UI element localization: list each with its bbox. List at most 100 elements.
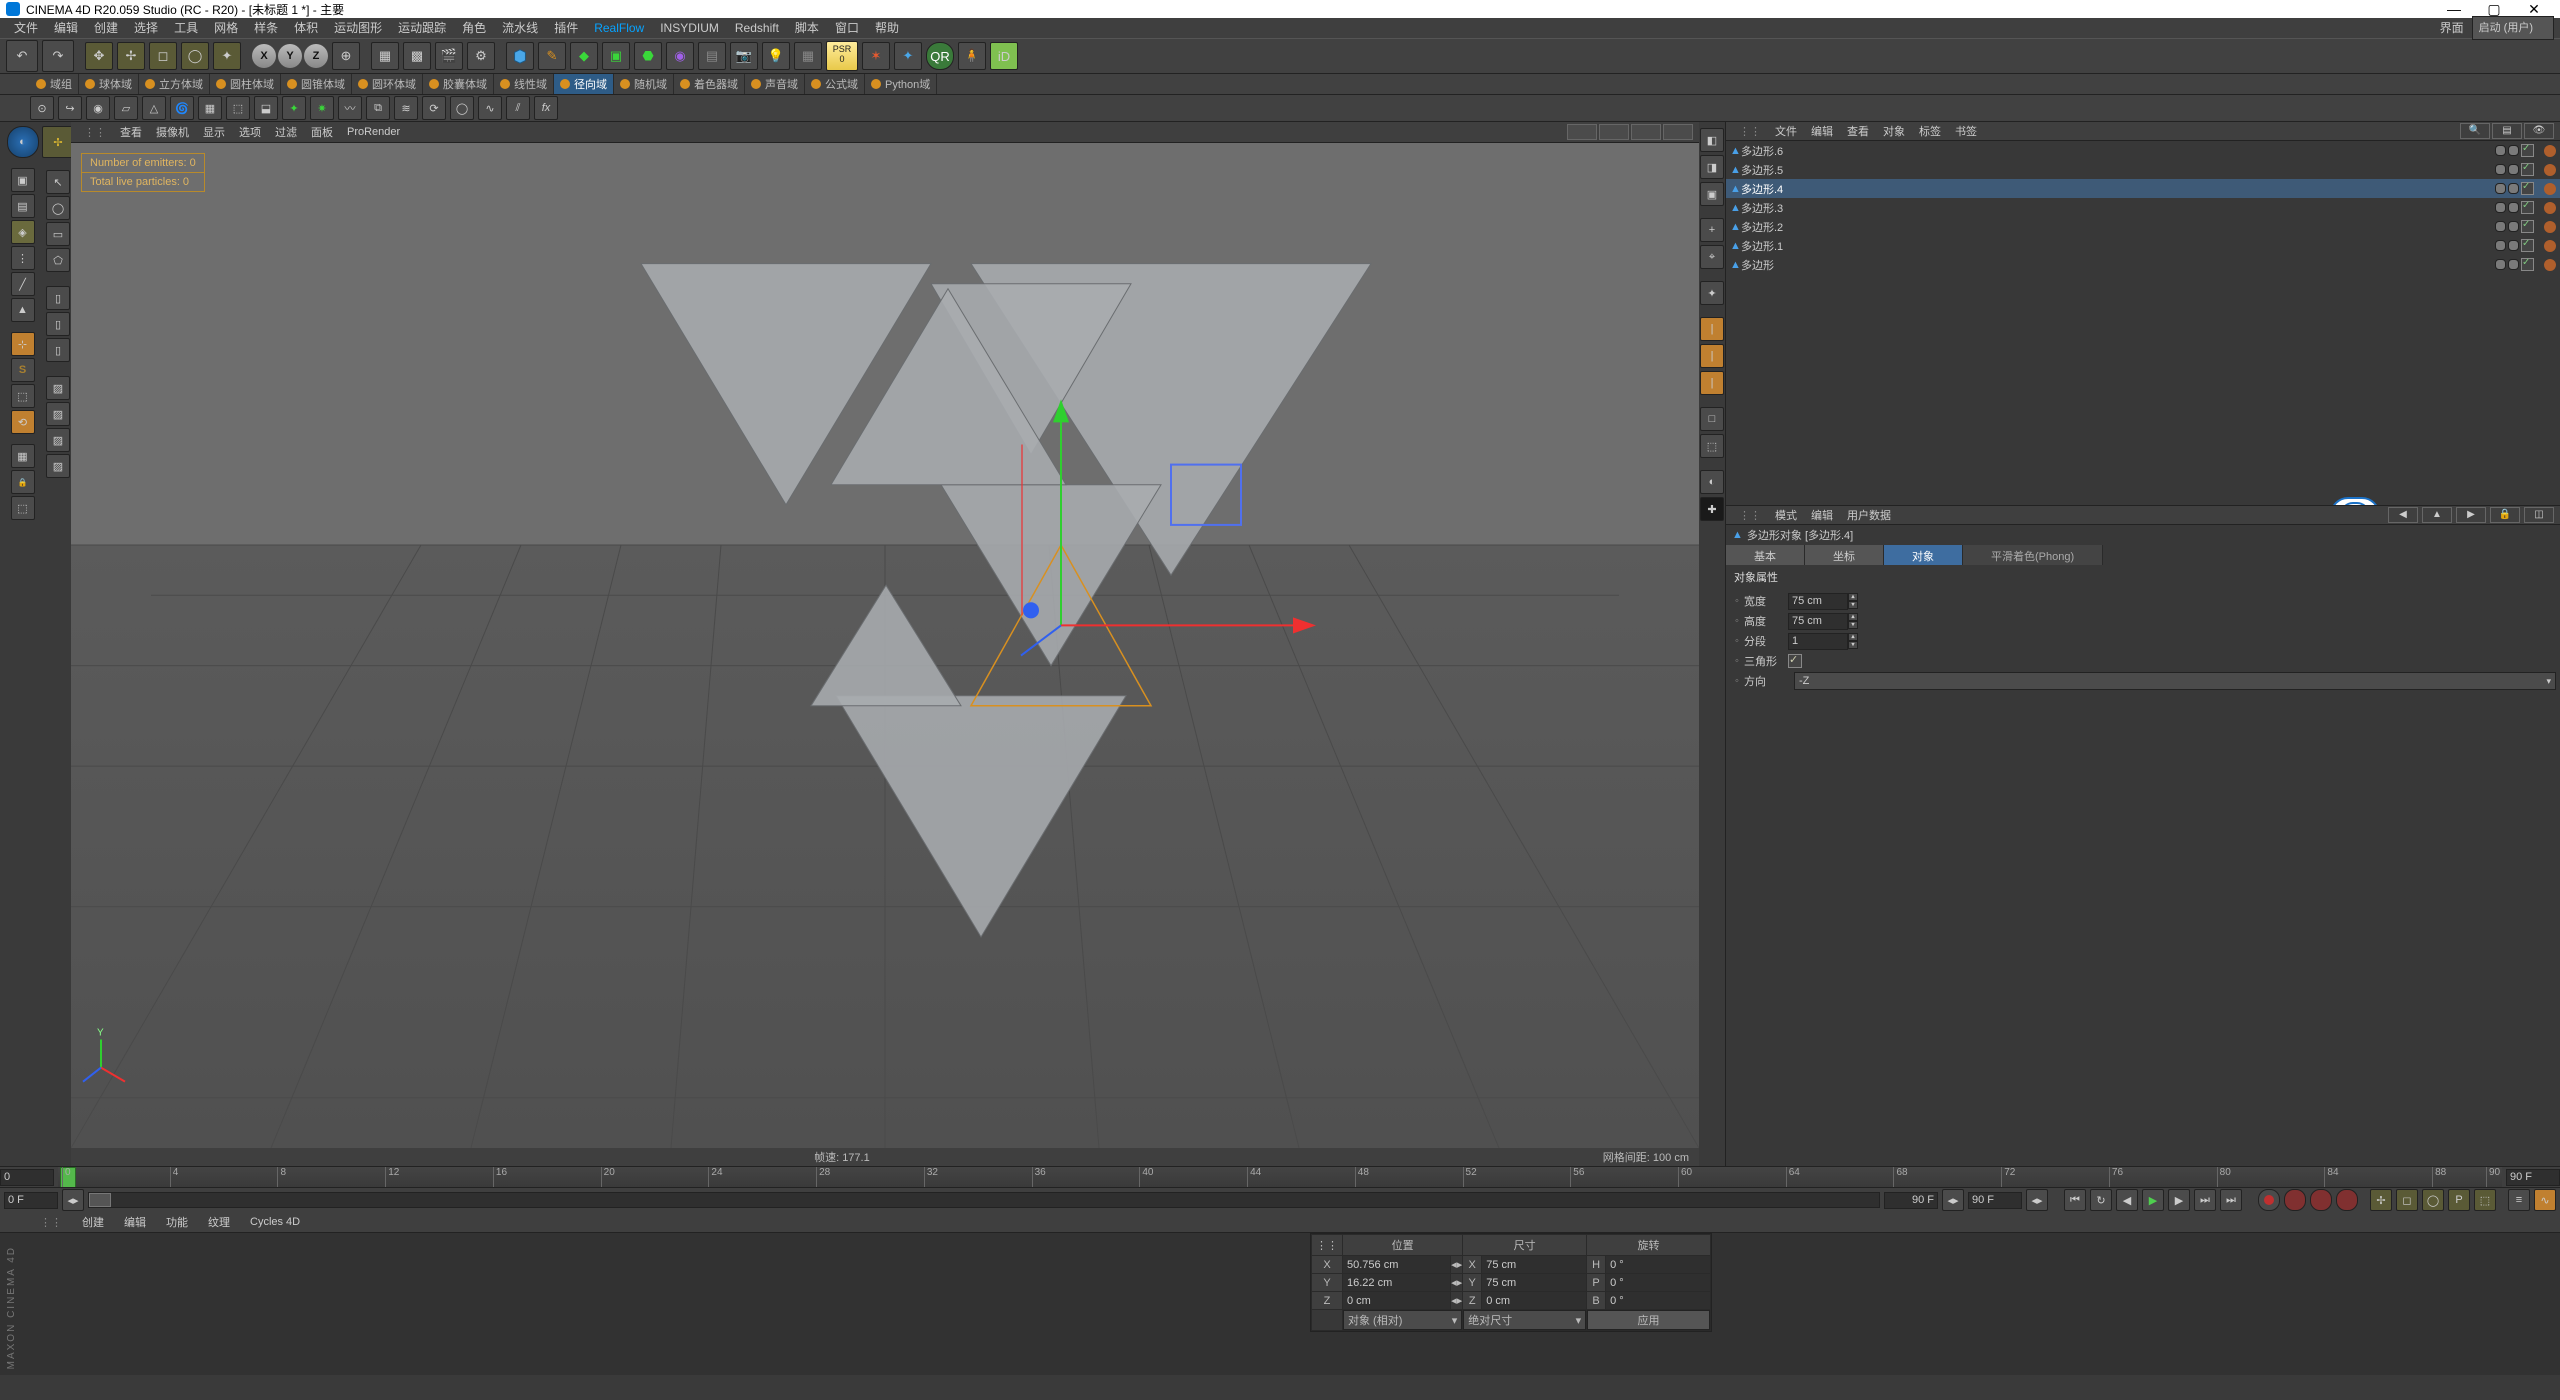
vp-display[interactable]: 显示 [196, 124, 232, 140]
attr-edit[interactable]: 编辑 [1804, 507, 1840, 523]
phong-tag-icon[interactable] [2544, 202, 2556, 214]
object-row[interactable]: ▲多边形.3 [1726, 198, 2560, 217]
step-fwd-button[interactable]: ▶ [2168, 1189, 2190, 1211]
primitive-cube-button[interactable] [506, 42, 534, 70]
vis-editor-dot[interactable] [2495, 145, 2506, 156]
coord-mode2-dropdown[interactable]: 绝对尺寸▾ [1463, 1310, 1586, 1330]
vis-render-dot[interactable] [2508, 240, 2519, 251]
timeline-end-field[interactable] [2506, 1169, 2560, 1186]
tab-basic[interactable]: 基本 [1726, 545, 1805, 565]
object-mode-button[interactable]: ◈ [11, 220, 35, 244]
menu-plugins[interactable]: 插件 [546, 18, 586, 38]
timeline-dopesheet-button[interactable]: ≡ [2508, 1189, 2530, 1211]
render-view-button[interactable]: ▦ [371, 42, 399, 70]
coord-apply-button[interactable]: 应用 [1587, 1310, 1710, 1330]
menu-edit[interactable]: 编辑 [46, 18, 86, 38]
rot-b-input[interactable] [1606, 1292, 1710, 1309]
workplane-button[interactable]: ⬚ [11, 384, 35, 408]
vpnav-1-icon[interactable] [1567, 124, 1597, 140]
viewport-3d[interactable]: Y Number of emitters: 0 Total live parti… [71, 143, 1699, 1148]
vis-render-dot[interactable] [2508, 164, 2519, 175]
polygon-mode-button[interactable]: ▲ [11, 298, 35, 322]
def-bend[interactable]: ↪ [58, 96, 82, 120]
vis-editor-dot[interactable] [2495, 202, 2506, 213]
attr-back-icon[interactable]: ◀ [2388, 507, 2418, 523]
attr-userdata[interactable]: 用户数据 [1840, 507, 1898, 523]
om-edit[interactable]: 编辑 [1804, 123, 1840, 139]
def-twist[interactable]: 🌀 [170, 96, 194, 120]
vis-render-dot[interactable] [2508, 221, 2519, 232]
rt-2[interactable]: ◨ [1700, 155, 1724, 179]
vis-editor-dot[interactable] [2495, 240, 2506, 251]
def-spline[interactable]: ∿ [478, 96, 502, 120]
rot-p-input[interactable] [1606, 1274, 1710, 1291]
character-button[interactable]: 🧍 [958, 42, 986, 70]
def-ffd[interactable]: ▦ [198, 96, 222, 120]
vpnav-2-icon[interactable] [1599, 124, 1629, 140]
rt-1[interactable]: ◧ [1700, 128, 1724, 152]
field-group[interactable]: 域组 [30, 74, 79, 94]
object-row[interactable]: ▲多边形.5 [1726, 160, 2560, 179]
def-bulge[interactable]: ◉ [86, 96, 110, 120]
light-button[interactable]: 💡 [762, 42, 790, 70]
mat-edit[interactable]: 编辑 [114, 1212, 156, 1232]
timeline-scrollbar[interactable] [88, 1192, 1880, 1208]
rt-6[interactable]: ✦ [1700, 281, 1724, 305]
triangle-checkbox[interactable] [1788, 654, 1802, 668]
enable-checkbox[interactable] [2521, 201, 2534, 214]
object-row[interactable]: ▲多边形 [1726, 255, 2560, 274]
mograph-button[interactable]: ✦ [894, 42, 922, 70]
menu-volume[interactable]: 体积 [286, 18, 326, 38]
render-pv-button[interactable]: 🎬 [435, 42, 463, 70]
xray-button[interactable]: ⬚ [11, 496, 35, 520]
step-back-button[interactable]: ◀ [2116, 1189, 2138, 1211]
next-key-button[interactable]: ⏭ [2194, 1189, 2216, 1211]
quantize-button[interactable]: ⟲ [11, 410, 35, 434]
pos-y-input[interactable] [1343, 1274, 1450, 1291]
om-bookmarks[interactable]: 书签 [1948, 123, 1984, 139]
axis-z-button[interactable]: Z [304, 44, 328, 68]
lt-7[interactable]: ▨ [46, 454, 70, 478]
redo-button[interactable]: ↷ [42, 40, 74, 72]
field-torus[interactable]: 圆环体域 [352, 74, 423, 94]
anim-dot-icon[interactable]: ◦ [1730, 655, 1744, 667]
def-squash[interactable]: ⬓ [254, 96, 278, 120]
vp-cameras[interactable]: 摄像机 [149, 124, 196, 140]
field-cylinder[interactable]: 圆柱体域 [210, 74, 281, 94]
attr-mode[interactable]: 模式 [1768, 507, 1804, 523]
vpnav-3-icon[interactable] [1631, 124, 1661, 140]
volume-button[interactable]: ▦ [794, 42, 822, 70]
segments-input[interactable] [1788, 633, 1848, 650]
spline-pen-button[interactable]: ✎ [538, 42, 566, 70]
menu-mograph[interactable]: 运动图形 [326, 18, 390, 38]
render-region-button[interactable]: ▩ [403, 42, 431, 70]
def-rail[interactable]: ⫽ [506, 96, 530, 120]
phong-tag-icon[interactable] [2544, 183, 2556, 195]
deformer-button[interactable]: ◉ [666, 42, 694, 70]
field-formula[interactable]: 公式域 [805, 74, 865, 94]
rt-5[interactable]: ⌖ [1700, 245, 1724, 269]
rt-13[interactable]: ✚ [1700, 497, 1724, 521]
key-opts-button[interactable] [2336, 1189, 2358, 1211]
def-melt[interactable]: 〰 [338, 96, 362, 120]
def-taper[interactable]: △ [142, 96, 166, 120]
rot-h-input[interactable] [1606, 1256, 1710, 1273]
autokey-button[interactable] [2284, 1189, 2306, 1211]
menu-window[interactable]: 窗口 [827, 18, 867, 38]
field-sound[interactable]: 声音域 [745, 74, 805, 94]
range-end-field[interactable] [1968, 1192, 2022, 1209]
lt-lasso[interactable]: ◯ [46, 196, 70, 220]
def-mesh[interactable]: ⬚ [226, 96, 250, 120]
axis-x-button[interactable]: X [252, 44, 276, 68]
menu-character[interactable]: 角色 [454, 18, 494, 38]
key-pos-button[interactable]: ✢ [2370, 1189, 2392, 1211]
last-tool-button[interactable]: ✦ [213, 42, 241, 70]
lt-1[interactable]: ▯ [46, 286, 70, 310]
def-wrap[interactable]: ⟳ [422, 96, 446, 120]
key-param-button[interactable]: P [2448, 1189, 2470, 1211]
layout-dropdown[interactable]: 启动 (用户) [2472, 16, 2554, 40]
anim-dot-icon[interactable]: ◦ [1730, 635, 1744, 647]
height-spinner[interactable]: ▴▾ [1848, 613, 1858, 629]
def-explosionfx[interactable]: ✷ [310, 96, 334, 120]
def-explosion[interactable]: ✦ [282, 96, 306, 120]
